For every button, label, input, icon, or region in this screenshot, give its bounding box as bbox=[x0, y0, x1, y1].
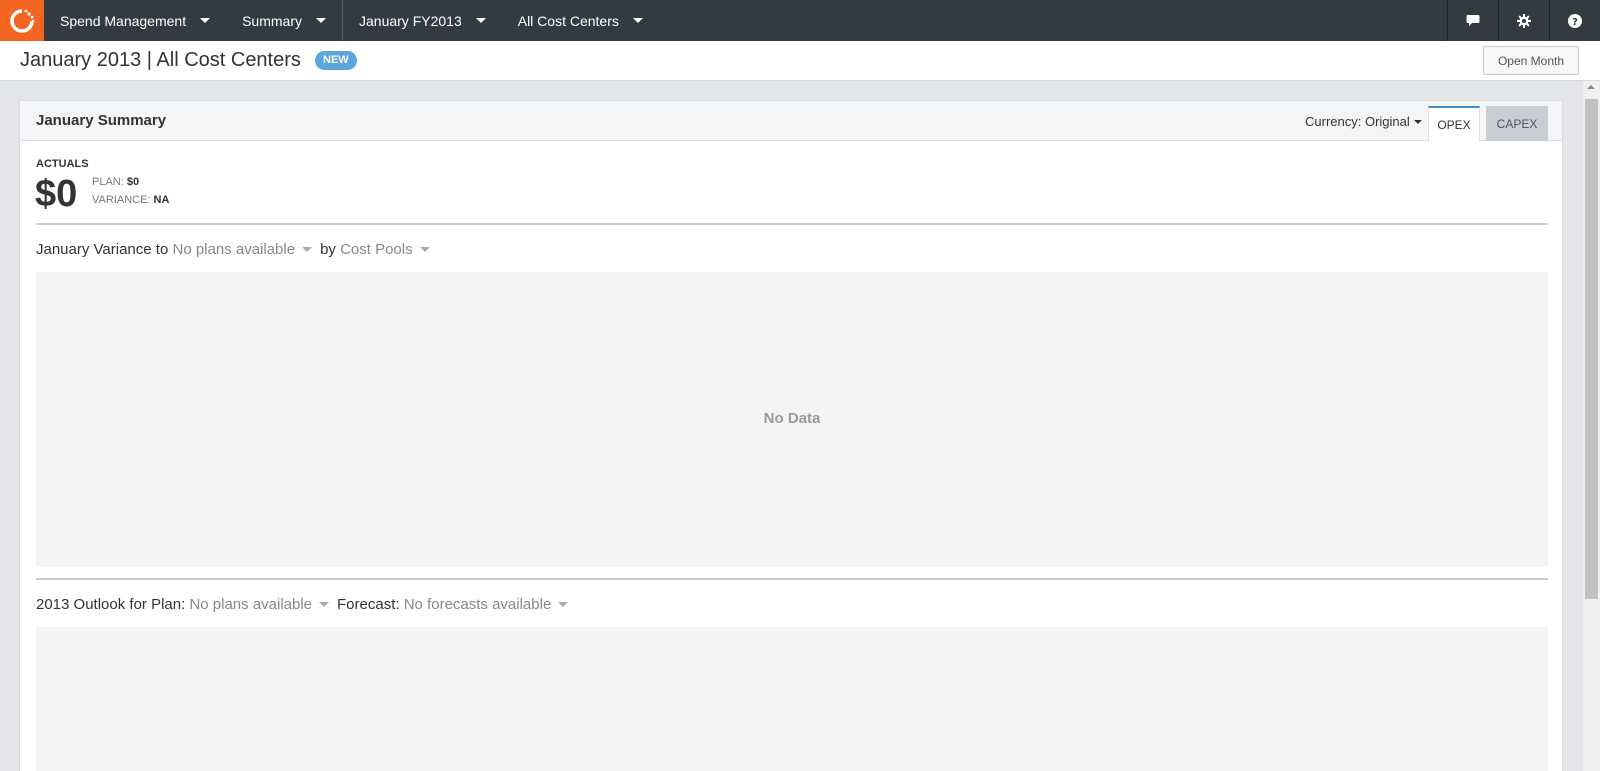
nav-period[interactable]: January FY2013 bbox=[343, 0, 502, 41]
variance-prefix: January Variance to bbox=[36, 241, 169, 258]
chat-button[interactable] bbox=[1447, 0, 1498, 41]
chevron-down-icon bbox=[558, 602, 569, 607]
panel-title: January Summary bbox=[36, 112, 167, 129]
chevron-down-icon bbox=[419, 247, 430, 252]
forecast-select[interactable]: No forecasts available bbox=[404, 596, 577, 613]
nav-period-label: January FY2013 bbox=[359, 12, 462, 29]
variance-label: VARIANCE: bbox=[92, 194, 151, 206]
logo-icon bbox=[10, 8, 35, 33]
section-divider bbox=[36, 578, 1548, 580]
chevron-down-icon bbox=[200, 18, 211, 23]
chevron-down-icon bbox=[1413, 119, 1422, 124]
forecast-label: Forecast: bbox=[337, 596, 400, 613]
forecast-select-value: No forecasts available bbox=[403, 596, 552, 613]
help-button[interactable]: ? bbox=[1549, 0, 1600, 41]
scroll-up-icon[interactable] bbox=[1587, 85, 1595, 89]
variance-plan-select-value: No plans available bbox=[172, 241, 296, 258]
plan-label: PLAN: bbox=[92, 176, 124, 188]
open-month-button[interactable]: Open Month bbox=[1483, 46, 1579, 75]
scrollbar-thumb[interactable] bbox=[1585, 99, 1598, 599]
by-label: by bbox=[320, 241, 336, 258]
nav-cost-centers-label: All Cost Centers bbox=[517, 12, 619, 29]
chevron-down-icon bbox=[475, 18, 486, 23]
group-by-select-value: Cost Pools bbox=[340, 241, 413, 258]
panel-header: January Summary Currency: Original OPEX … bbox=[20, 101, 1562, 142]
outlook-plan-select[interactable]: No plans available bbox=[189, 596, 337, 613]
actuals-label: ACTUALS bbox=[36, 158, 89, 170]
nav-cost-centers[interactable]: All Cost Centers bbox=[502, 0, 659, 41]
variance-chart: No Data bbox=[36, 272, 1548, 567]
chevron-down-icon bbox=[316, 18, 326, 23]
actuals-value: $0 bbox=[35, 173, 78, 215]
nav-summary[interactable]: Summary bbox=[226, 0, 342, 41]
chevron-down-icon bbox=[319, 602, 330, 607]
currency-label: Currency: Original bbox=[1305, 114, 1410, 129]
top-nav: Spend Management Summary January FY2013 … bbox=[0, 0, 1600, 41]
currency-dropdown[interactable]: Currency: Original bbox=[1305, 114, 1422, 129]
chevron-down-icon bbox=[632, 18, 643, 23]
plan-stat: PLAN: $0 bbox=[92, 176, 139, 188]
tab-capex[interactable]: CAPEX bbox=[1486, 106, 1548, 141]
page-header: January 2013 | All Cost Centers NEW Open… bbox=[0, 41, 1600, 81]
chat-icon bbox=[1466, 15, 1480, 26]
vertical-scrollbar[interactable] bbox=[1583, 81, 1600, 771]
section-divider bbox=[36, 223, 1548, 225]
variance-stat: VARIANCE: NA bbox=[92, 194, 169, 206]
settings-button[interactable] bbox=[1498, 0, 1549, 41]
outlook-prefix: 2013 Outlook for Plan: bbox=[36, 596, 186, 613]
variance-section-header: January Variance to No plans available b… bbox=[36, 241, 438, 258]
variance-plan-select[interactable]: No plans available bbox=[172, 241, 320, 258]
outlook-chart bbox=[36, 627, 1548, 771]
svg-text:?: ? bbox=[1572, 17, 1578, 28]
chevron-down-icon bbox=[302, 247, 313, 252]
outlook-plan-select-value: No plans available bbox=[189, 596, 313, 613]
nav-spend-management[interactable]: Spend Management bbox=[44, 0, 226, 41]
variance-value: NA bbox=[153, 194, 170, 206]
page-title: January 2013 | All Cost Centers bbox=[20, 49, 301, 71]
no-data-message: No Data bbox=[763, 410, 821, 427]
app-logo[interactable] bbox=[0, 0, 44, 41]
summary-panel: January Summary Currency: Original OPEX … bbox=[19, 100, 1563, 771]
plan-value: $0 bbox=[126, 176, 140, 188]
help-icon: ? bbox=[1568, 13, 1582, 28]
tab-opex[interactable]: OPEX bbox=[1428, 106, 1480, 142]
gear-icon bbox=[1517, 13, 1531, 28]
new-badge: NEW bbox=[315, 51, 357, 70]
outlook-section-header: 2013 Outlook for Plan: No plans availabl… bbox=[36, 596, 576, 613]
group-by-select[interactable]: Cost Pools bbox=[340, 241, 438, 258]
nav-summary-label: Summary bbox=[242, 12, 302, 29]
nav-spend-management-label: Spend Management bbox=[60, 12, 187, 29]
